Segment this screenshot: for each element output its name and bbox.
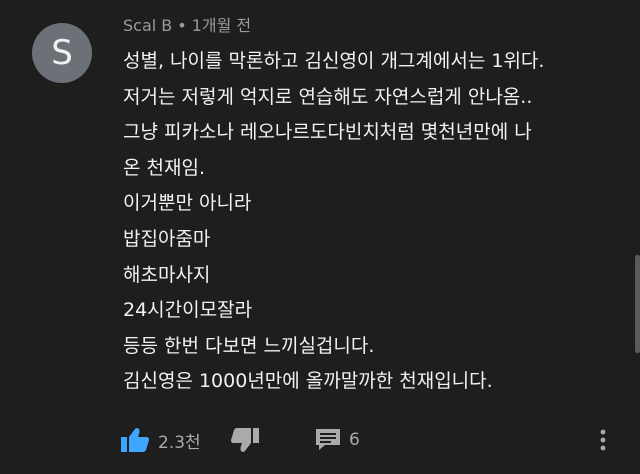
comment-line: 저거는 저렇게 억지로 연습해도 자연스럽게 안나옴.. [123,85,533,108]
comment-header: Scal B • 1개월 전 [123,13,251,39]
separator-dot: • [177,16,187,35]
comment-line: 이거뿐만 아니라 [123,192,252,215]
comment-line: 해초마사지 [123,263,211,286]
comment-time[interactable]: 1개월 전 [192,16,251,35]
comment-line: 온 천재임. [123,156,205,179]
more-options-button[interactable] [598,423,608,457]
comment-actions: 2.3천 6 [120,423,620,457]
scrollbar[interactable] [635,255,640,353]
like-count: 2.3천 [158,432,201,453]
dislike-button[interactable] [230,423,260,457]
comment-line: 밥집아줌마 [123,227,211,250]
more-vertical-icon [600,429,606,451]
author-name[interactable]: Scal B [123,16,172,35]
comment-line: 성별, 나이를 막론하고 김신영이 개그계에서는 1위다. [123,50,545,72]
comment-line: 24시간이모잘라 [123,299,253,322]
reply-count: 6 [349,430,360,450]
thumbs-up-icon [121,428,149,452]
reply-button[interactable]: 6 [315,423,360,457]
comment-icon [316,429,340,450]
comment-line: 등등 한번 다보면 느끼실겁니다. [123,334,375,357]
avatar[interactable]: S [32,23,92,83]
comment-card: S Scal B • 1개월 전 성별, 나이를 막론하고 김신영이 개그계에서는 … [0,0,640,474]
comment-line: 김신영은 1000년만에 올까말까한 천재입니다. [123,370,493,393]
thumbs-down-icon [231,428,259,452]
like-button[interactable]: 2.3천 [120,423,201,457]
comment-body: 성별, 나이를 막론하고 김신영이 개그계에서는 1위다. 저거는 저렇게 억지… [123,44,628,400]
comment-line: 그냥 피카소나 레오나르도다빈치처럼 몇천년만에 나 [123,121,532,144]
